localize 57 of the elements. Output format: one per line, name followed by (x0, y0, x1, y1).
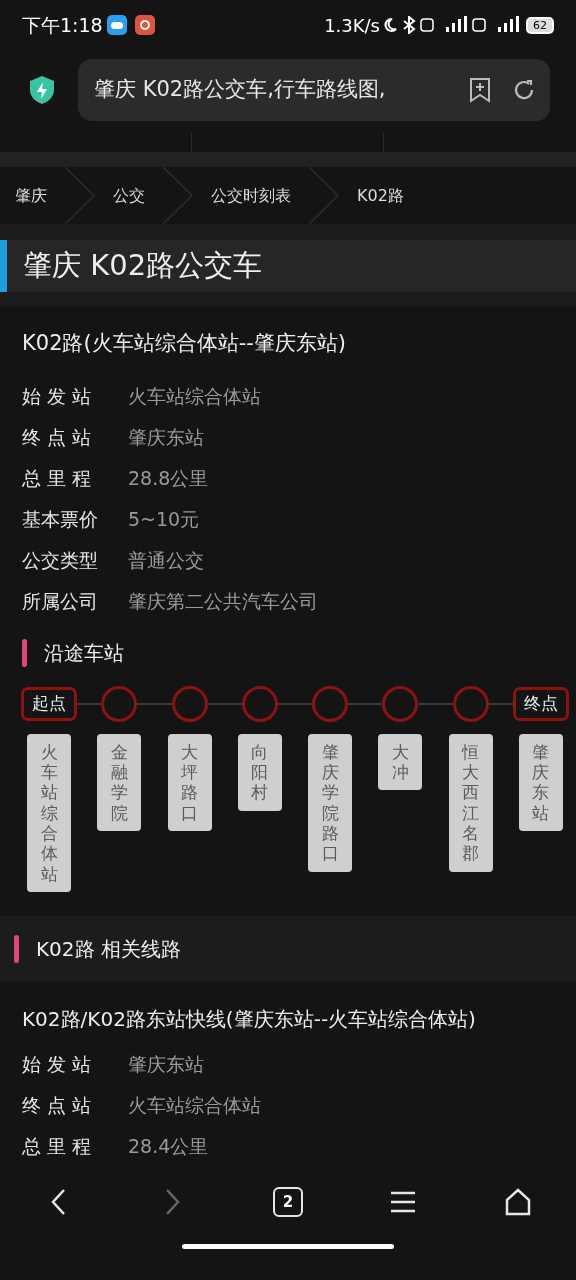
info-value: 肇庆第二公共汽车公司 (128, 588, 318, 614)
address-bar[interactable]: 肇庆 K02路公交车,行车路线图, (78, 59, 550, 121)
breadcrumb-link[interactable]: 肇庆 (0, 183, 65, 208)
page-title: 肇庆 K02路公交车 (23, 247, 263, 285)
info-value: 普通公交 (128, 547, 204, 573)
info-value: 28.4公里 (128, 1133, 209, 1159)
station-label[interactable]: 向阳村 (237, 733, 282, 811)
info-label: 始 发 站 (22, 383, 93, 409)
route-name[interactable]: K02路/K02路东站快线(肇庆东站--火车站综合体站) (0, 981, 576, 1050)
back-icon[interactable] (49, 1188, 66, 1216)
accent-bar (22, 638, 27, 667)
info-value: 肇庆东站 (128, 1051, 204, 1077)
info-value: 肇庆东站 (128, 424, 204, 450)
bookmark-add-icon[interactable] (468, 77, 492, 103)
bluetooth-icon (402, 16, 416, 34)
tabs-button[interactable]: 2 (273, 1187, 303, 1217)
breadcrumb-link[interactable]: 公交 (95, 183, 163, 208)
menu-icon[interactable] (389, 1190, 418, 1214)
station-label[interactable]: 恒大西江名郡 (448, 733, 493, 872)
info-label: 终 点 站 (22, 424, 93, 450)
chevron-divider-icon (309, 167, 339, 224)
station-label[interactable]: 大坪路口 (167, 733, 212, 832)
station-label[interactable]: 肇庆东站 (518, 733, 563, 832)
accent-bar (0, 240, 7, 292)
station-label[interactable]: 大冲 (378, 733, 423, 791)
refresh-icon[interactable] (512, 78, 536, 102)
info-label: 公交类型 (22, 547, 99, 573)
info-value: 5~10元 (128, 506, 200, 532)
info-label: 始 发 站 (22, 1051, 93, 1077)
start-marker: 起点 (21, 686, 78, 721)
info-label: 所属公司 (22, 588, 99, 614)
station-label[interactable]: 肇庆学院路口 (308, 733, 353, 872)
app-icon (134, 15, 155, 35)
info-value: 火车站综合体站 (128, 383, 261, 409)
station-label[interactable]: 火车站综合体站 (27, 733, 72, 893)
station-label[interactable]: 金融学院 (97, 733, 142, 832)
signal-icon (472, 16, 520, 34)
signal-icon (420, 16, 468, 34)
section-heading: K02路 相关线路 (36, 935, 181, 963)
chevron-divider-icon (163, 167, 193, 224)
status-time: 下午1:18 (22, 12, 103, 38)
info-label: 总 里 程 (22, 465, 93, 491)
info-value: 28.8公里 (128, 465, 209, 491)
network-speed: 1.3K/s (324, 13, 380, 38)
info-label: 终 点 站 (22, 1092, 93, 1118)
section-heading: 沿途车站 (44, 639, 124, 667)
accent-bar (14, 934, 19, 963)
breadcrumb-link[interactable]: K02路 (339, 183, 422, 208)
end-marker: 终点 (512, 686, 569, 721)
chevron-divider-icon (65, 167, 95, 224)
info-value: 火车站综合体站 (128, 1092, 261, 1118)
breadcrumb-link[interactable]: 公交时刻表 (193, 183, 309, 208)
route-name: K02路(火车站综合体站--肇庆东站) (21, 330, 348, 357)
info-label: 总 里 程 (22, 1133, 93, 1159)
moon-icon (382, 17, 398, 33)
info-label: 基本票价 (22, 506, 99, 532)
battery-icon: 62 (526, 16, 554, 34)
